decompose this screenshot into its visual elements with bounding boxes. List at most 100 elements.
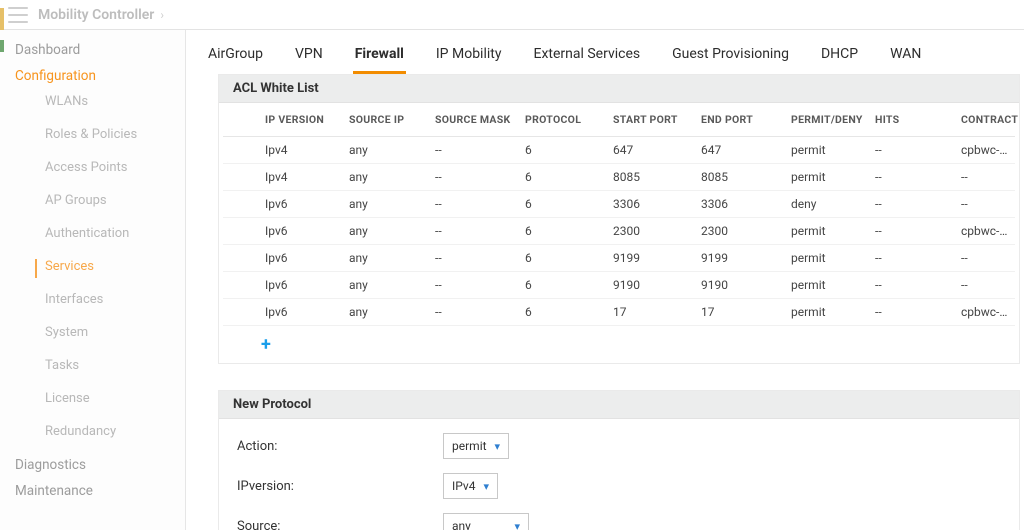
table-row[interactable]: Ipv6any--623002300permit--cpbwc-ipv6-tel…	[223, 218, 1015, 245]
table-cell: 3306	[607, 191, 695, 218]
sidebar-top-nav: Dashboard Configuration WLANs Roles & Po…	[0, 42, 185, 499]
sidebar-item-ap-groups[interactable]: AP Groups	[45, 193, 185, 208]
table-row[interactable]: Ipv4any--680858085permit----	[223, 164, 1015, 191]
tab-row: AirGroup VPN Firewall IP Mobility Extern…	[186, 30, 1024, 74]
tab-firewall[interactable]: Firewall	[353, 40, 406, 74]
tab-external-services[interactable]: External Services	[531, 40, 642, 74]
col-source-mask[interactable]: SOURCE MASK	[429, 103, 519, 137]
table-cell: --	[869, 164, 955, 191]
table-cell: --	[429, 164, 519, 191]
table-row[interactable]: Ipv6any--691999199permit----	[223, 245, 1015, 272]
tab-wan[interactable]: WAN	[888, 40, 923, 74]
table-cell: permit	[785, 299, 869, 326]
col-ip-version[interactable]: IP VERSION	[223, 103, 343, 137]
select-action[interactable]: permit ▾	[443, 433, 509, 459]
table-cell: cpbwc-ipv6-others	[955, 299, 1015, 326]
table-cell: cpbwc-ipv4-dhcp-...	[955, 137, 1015, 164]
sidebar-item-system[interactable]: System	[45, 325, 185, 340]
col-start-port[interactable]: START PORT	[607, 103, 695, 137]
table-row[interactable]: Ipv6any--691909190permit----	[223, 272, 1015, 299]
table-cell: any	[343, 164, 429, 191]
col-protocol[interactable]: PROTOCOL	[519, 103, 607, 137]
acl-panel: ACL White List IP VERSION SOURCE IP SOUR…	[218, 74, 1020, 364]
table-cell: --	[869, 272, 955, 299]
table-cell: 6	[519, 299, 607, 326]
tab-guest-provisioning[interactable]: Guest Provisioning	[670, 40, 791, 74]
col-contract[interactable]: CONTRACT	[955, 103, 1015, 137]
sidebar-item-authentication[interactable]: Authentication	[45, 226, 185, 241]
col-end-port[interactable]: END PORT	[695, 103, 785, 137]
sidebar-item-maintenance[interactable]: Maintenance	[15, 483, 185, 499]
table-cell: 2300	[695, 218, 785, 245]
main: AirGroup VPN Firewall IP Mobility Extern…	[186, 30, 1024, 530]
table-cell: Ipv6	[223, 272, 343, 299]
sidebar-item-diagnostics[interactable]: Diagnostics	[15, 457, 185, 473]
tab-dhcp[interactable]: DHCP	[819, 40, 860, 74]
table-cell: 6	[519, 137, 607, 164]
sidebar-item-tasks[interactable]: Tasks	[45, 358, 185, 373]
acl-add-row: +	[219, 326, 1019, 363]
table-row[interactable]: Ipv6any--61717permit--cpbwc-ipv6-others	[223, 299, 1015, 326]
edge-accent-1	[0, 8, 4, 30]
table-cell: --	[869, 299, 955, 326]
table-cell: --	[429, 218, 519, 245]
table-cell: Ipv6	[223, 299, 343, 326]
table-cell: any	[343, 245, 429, 272]
table-cell: cpbwc-ipv6-telnet	[955, 218, 1015, 245]
table-cell: permit	[785, 272, 869, 299]
label-action: Action:	[237, 439, 443, 454]
table-cell: 647	[607, 137, 695, 164]
table-cell: 17	[695, 299, 785, 326]
tab-vpn[interactable]: VPN	[293, 40, 325, 74]
select-ipversion[interactable]: IPv4 ▾	[443, 473, 498, 499]
sidebar-item-access-points[interactable]: Access Points	[45, 160, 185, 175]
col-hits[interactable]: HITS	[869, 103, 955, 137]
table-cell: --	[429, 272, 519, 299]
sidebar-item-configuration[interactable]: Configuration	[15, 68, 185, 84]
select-source-value: any	[452, 519, 471, 530]
table-row[interactable]: Ipv6any--633063306deny----	[223, 191, 1015, 218]
sidebar-item-interfaces[interactable]: Interfaces	[45, 292, 185, 307]
sidebar-item-roles-policies[interactable]: Roles & Policies	[45, 127, 185, 142]
chevron-down-icon: ▾	[495, 440, 501, 453]
select-source[interactable]: any ▾	[443, 513, 529, 530]
sidebar-item-license[interactable]: License	[45, 391, 185, 406]
label-source: Source:	[237, 519, 443, 530]
chevron-down-icon: ▾	[514, 520, 520, 530]
sidebar-item-dashboard[interactable]: Dashboard	[15, 42, 185, 58]
table-cell: 9199	[607, 245, 695, 272]
col-source-ip[interactable]: SOURCE IP	[343, 103, 429, 137]
label-ipversion: IPversion:	[237, 479, 443, 494]
table-cell: --	[955, 245, 1015, 272]
table-cell: --	[869, 191, 955, 218]
table-cell: any	[343, 191, 429, 218]
table-cell: --	[429, 299, 519, 326]
hamburger-icon[interactable]	[8, 7, 28, 23]
plus-icon[interactable]: +	[261, 334, 271, 355]
tab-ip-mobility[interactable]: IP Mobility	[434, 40, 504, 74]
content: ACL White List IP VERSION SOURCE IP SOUR…	[186, 74, 1024, 530]
table-cell: any	[343, 137, 429, 164]
sidebar-item-redundancy[interactable]: Redundancy	[45, 424, 185, 439]
table-row[interactable]: Ipv4any--6647647permit--cpbwc-ipv4-dhcp-…	[223, 137, 1015, 164]
sidebar-item-wlans[interactable]: WLANs	[45, 94, 185, 109]
table-cell: permit	[785, 245, 869, 272]
sidebar-item-services[interactable]: Services	[45, 259, 185, 274]
chevron-right-icon[interactable]: ›	[160, 8, 164, 22]
acl-header-row: IP VERSION SOURCE IP SOURCE MASK PROTOCO…	[223, 103, 1015, 137]
table-cell: --	[955, 191, 1015, 218]
table-cell: Ipv4	[223, 164, 343, 191]
col-permit-deny[interactable]: PERMIT/DENY	[785, 103, 869, 137]
table-cell: --	[869, 137, 955, 164]
table-cell: 6	[519, 218, 607, 245]
tab-airgroup[interactable]: AirGroup	[206, 40, 265, 74]
table-cell: Ipv6	[223, 245, 343, 272]
table-cell: --	[429, 137, 519, 164]
table-cell: 8085	[607, 164, 695, 191]
table-cell: 17	[607, 299, 695, 326]
select-ipversion-value: IPv4	[452, 479, 475, 493]
table-cell: 6	[519, 245, 607, 272]
new-protocol-panel: New Protocol Action: permit ▾ IPversion:	[218, 390, 1020, 530]
table-cell: any	[343, 218, 429, 245]
table-cell: any	[343, 272, 429, 299]
